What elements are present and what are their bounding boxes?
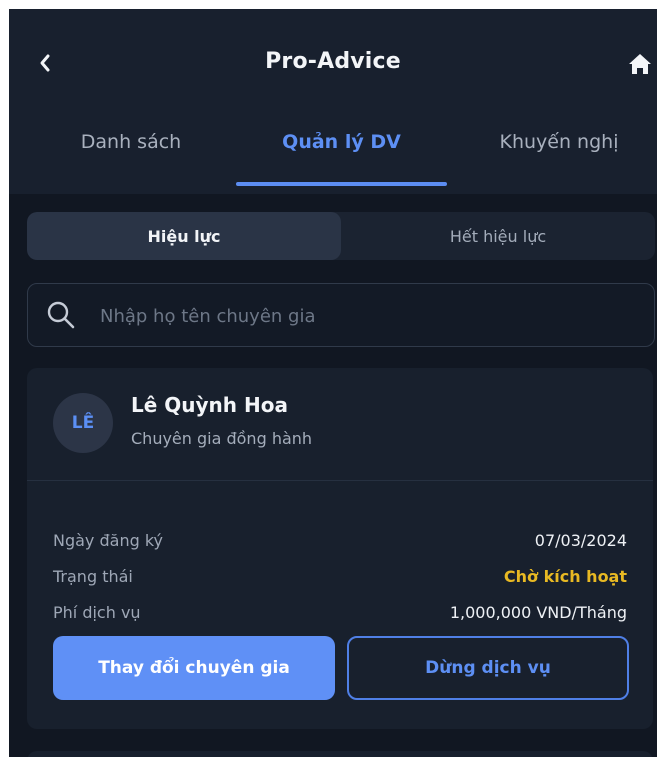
top-bar: Pro-Advice (9, 39, 657, 87)
service-fee-row: Phí dịch vụ 1,000,000 VND/Tháng (53, 603, 627, 627)
subscription-card: LÊ Lê Quỳnh Hoa Chuyên gia đồng hành Ngà… (27, 368, 653, 729)
tab-quan-ly-dv[interactable]: Quản lý DV (236, 131, 447, 171)
status-row: Trạng thái Chờ kích hoạt (53, 567, 627, 591)
home-icon (629, 54, 651, 74)
registration-date-label: Ngày đăng ký (53, 531, 163, 550)
active-tab-indicator (236, 182, 447, 186)
search-box[interactable] (27, 283, 655, 347)
stop-service-button[interactable]: Dừng dịch vụ (347, 636, 629, 700)
avatar: LÊ (53, 393, 113, 453)
home-button[interactable] (625, 49, 655, 79)
expert-role: Chuyên gia đồng hành (131, 429, 313, 448)
header: Pro-Advice Danh sách Quản lý DV Khuyến n… (9, 9, 657, 194)
next-card-partial (27, 751, 653, 757)
page-title: Pro-Advice (265, 49, 401, 74)
change-expert-button[interactable]: Thay đổi chuyên gia (53, 636, 335, 700)
validity-segmented-control: Hiệu lực Hết hiệu lực (27, 212, 655, 260)
segment-het-hieu-luc[interactable]: Hết hiệu lực (341, 212, 655, 260)
tab-khuyen-nghi[interactable]: Khuyến nghị (461, 131, 657, 171)
search-icon (47, 301, 75, 329)
registration-date-value: 07/03/2024 (534, 531, 627, 550)
service-fee-label: Phí dịch vụ (53, 603, 141, 622)
registration-date-row: Ngày đăng ký 07/03/2024 (53, 531, 627, 555)
divider (27, 480, 653, 481)
tab-danh-sach[interactable]: Danh sách (33, 131, 229, 171)
segment-hieu-luc[interactable]: Hiệu lực (27, 212, 341, 260)
service-fee-value: 1,000,000 VND/Tháng (449, 603, 627, 622)
app-screen: Pro-Advice Danh sách Quản lý DV Khuyến n… (9, 9, 657, 757)
status-label: Trạng thái (53, 567, 133, 586)
status-value: Chờ kích hoạt (503, 567, 627, 586)
expert-name: Lê Quỳnh Hoa (131, 393, 288, 417)
tab-bar: Danh sách Quản lý DV Khuyến nghị (9, 119, 657, 195)
search-input[interactable] (98, 296, 622, 336)
